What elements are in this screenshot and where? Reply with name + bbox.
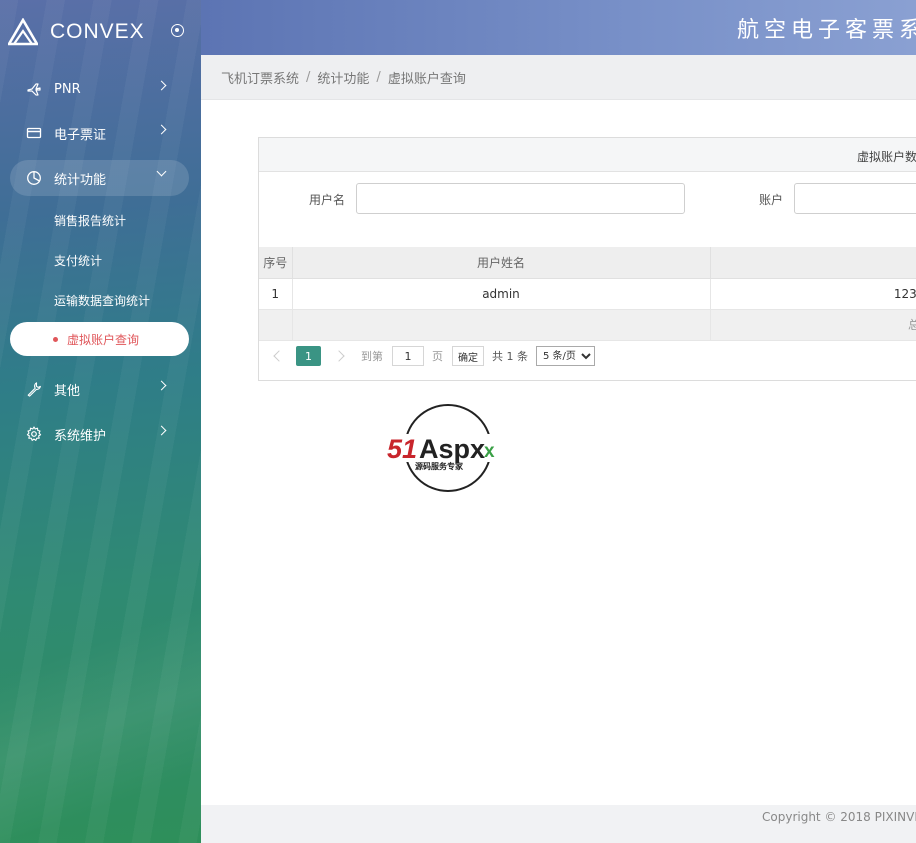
current-page-button[interactable]: 1 — [296, 346, 321, 366]
breadcrumb-separator: / — [376, 69, 381, 85]
breadcrumb-item-current: 虚拟账户查询 — [387, 71, 466, 87]
chevron-right-icon — [156, 124, 167, 135]
prev-page-icon[interactable] — [273, 350, 285, 362]
sidebar-item-label: 统计功能 — [54, 172, 107, 188]
plane-icon — [25, 81, 42, 98]
column-header-account[interactable]: 账 — [710, 247, 916, 279]
active-dot-icon — [53, 336, 58, 342]
table-row[interactable]: 1 admin 12345 — [259, 278, 916, 310]
breadcrumb-item-statistics[interactable]: 统计功能 — [317, 68, 369, 87]
sidebar-item-label: PNR — [54, 81, 81, 97]
cell-empty — [259, 309, 293, 341]
sidebar-subitem-sales-report[interactable]: 销售报告统计 — [54, 212, 126, 229]
pagination: 1 到第 页 确定 共 1 条 5 条/页 — [272, 345, 595, 367]
sidebar-item-statistics[interactable]: 统计功能 — [10, 160, 189, 196]
svg-text:源码服务专家: 源码服务专家 — [415, 461, 464, 471]
card-icon — [25, 125, 42, 142]
goto-page-input[interactable] — [392, 346, 424, 366]
brand[interactable]: CONVEX — [8, 16, 145, 48]
breadcrumb-separator: / — [306, 69, 311, 85]
cell-name: admin — [292, 278, 711, 310]
sidebar: CONVEX PNR 电子票证 统计功能 销售报告统计 支付统计 运输数据查询统… — [0, 0, 201, 843]
sidebar-subitem-label: 虚拟账户查询 — [67, 332, 140, 347]
panel-header: 虚拟账户数 — [259, 138, 916, 172]
sidebar-subitem-transport[interactable]: 运输数据查询统计 — [54, 292, 150, 309]
sidebar-item-eticket[interactable]: 电子票证 — [10, 115, 189, 151]
sidebar-item-system[interactable]: 系统维护 — [10, 416, 189, 452]
virtual-account-panel: 虚拟账户数 用户名 账户 序号 用户姓名 账 1 admin 12345 — [258, 137, 916, 381]
account-input[interactable] — [794, 183, 916, 214]
username-input[interactable] — [356, 183, 685, 214]
system-title: 航空电子客票系 — [737, 18, 916, 43]
username-label: 用户名 — [309, 193, 346, 207]
copyright-text: Copyright © 2018 PIXINVEN — [762, 810, 916, 824]
breadcrumb-item-system[interactable]: 飞机订票系统 — [221, 68, 299, 87]
column-header-num[interactable]: 序号 — [259, 247, 293, 279]
top-header: 航空电子客票系 — [201, 0, 916, 55]
panel-title: 虚拟账户数 — [857, 150, 916, 164]
svg-text:x: x — [484, 441, 495, 462]
cell-total-label: 总全 — [710, 309, 916, 341]
svg-text:Aspx: Aspx — [419, 434, 485, 464]
cell-num: 1 — [259, 278, 293, 310]
cell-account: 12345 — [710, 278, 916, 310]
sidebar-subitem-virtual-account[interactable]: 虚拟账户查询 — [10, 322, 189, 356]
sidebar-toggle-icon[interactable] — [171, 24, 184, 37]
sidebar-item-label: 系统维护 — [54, 428, 107, 444]
chevron-right-icon — [156, 80, 167, 91]
table-header-row: 序号 用户姓名 账 — [259, 247, 916, 279]
breadcrumb: 飞机订票系统 / 统计功能 / 虚拟账户查询 — [201, 55, 916, 100]
account-table: 序号 用户姓名 账 1 admin 12345 总全 — [259, 247, 916, 341]
account-label: 账户 — [759, 193, 784, 207]
brand-name: CONVEX — [50, 20, 145, 43]
gear-icon — [25, 426, 42, 443]
sidebar-subitem-payment[interactable]: 支付统计 — [54, 252, 102, 269]
page-unit-label: 页 — [432, 350, 443, 363]
chevron-right-icon — [156, 425, 167, 436]
sidebar-item-other[interactable]: 其他 — [10, 371, 189, 407]
brand-logo-icon — [8, 18, 38, 46]
wrench-icon — [25, 381, 42, 398]
table-total-row: 总全 — [259, 309, 916, 341]
footer: Copyright © 2018 PIXINVEN — [201, 805, 916, 843]
svg-text:51: 51 — [387, 434, 417, 464]
next-page-icon[interactable] — [333, 350, 345, 362]
51aspx-watermark-logo: 51 Aspx x 源码服务专家 — [385, 404, 515, 492]
sidebar-item-label: 电子票证 — [54, 127, 107, 143]
main-content: 虚拟账户数 用户名 账户 序号 用户姓名 账 1 admin 12345 — [201, 100, 916, 805]
column-header-name[interactable]: 用户姓名 — [292, 247, 711, 279]
cell-empty — [292, 309, 711, 341]
goto-label: 到第 — [361, 350, 383, 363]
sidebar-item-pnr[interactable]: PNR — [10, 71, 189, 107]
page-size-select[interactable]: 5 条/页 — [536, 346, 595, 366]
goto-confirm-button[interactable]: 确定 — [452, 346, 484, 366]
sidebar-item-label: 其他 — [54, 383, 81, 399]
chevron-down-icon — [156, 166, 167, 177]
total-count: 共 1 条 — [492, 350, 528, 363]
pie-chart-icon — [25, 170, 42, 187]
chevron-right-icon — [156, 380, 167, 391]
